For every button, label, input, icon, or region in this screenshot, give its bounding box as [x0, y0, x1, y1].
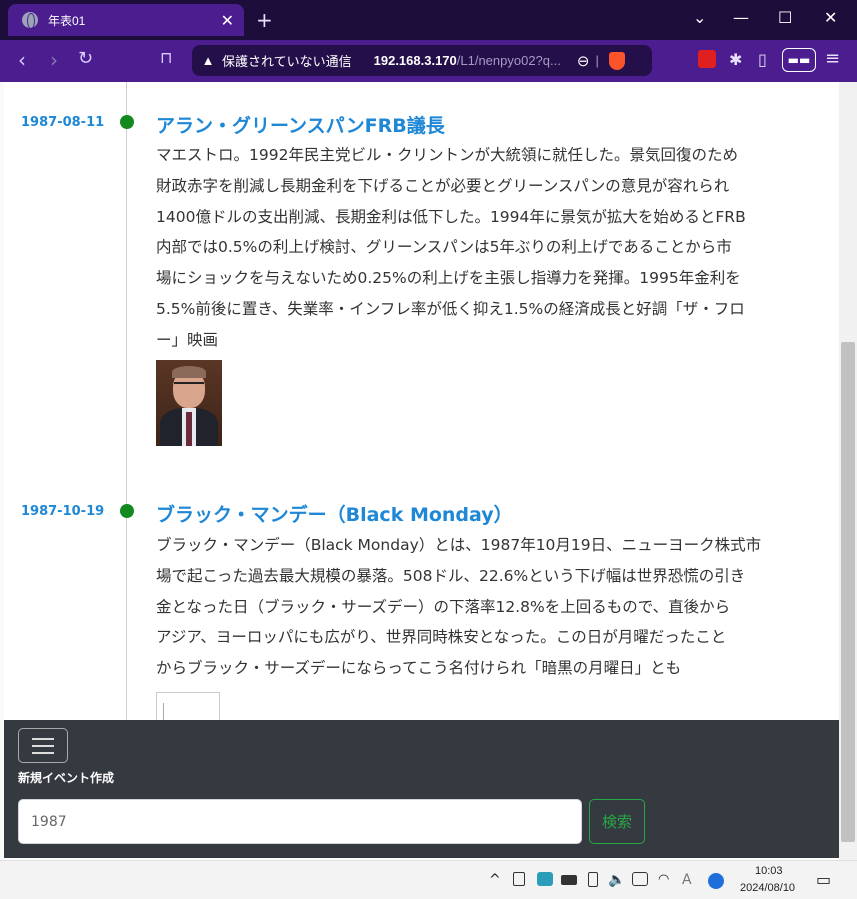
tray-usb-icon[interactable] — [561, 875, 577, 885]
tab-close-icon[interactable]: ✕ — [221, 11, 234, 30]
clock-date[interactable]: 2024/08/10 — [740, 882, 795, 894]
warning-icon: ▲ — [201, 53, 215, 68]
event-text-line: アジア、ヨーロッパにも広がり、世界同時株安となった。この日が月曜だったこと — [156, 628, 727, 647]
search-button[interactable]: 検索 — [589, 799, 645, 844]
event-title[interactable]: ブラック・マンデー（Black Monday） — [156, 500, 513, 527]
clock-time[interactable]: 10:03 — [755, 865, 783, 877]
tab-nenpyo01[interactable]: 年表01 ✕ — [8, 4, 244, 36]
event-text-line: マエストロ。1992年民主党ビル・クリントンが大統領に就任した。景気回復のため — [156, 146, 738, 164]
event-date: 1987-08-11 — [21, 115, 105, 130]
timeline-dot-icon — [120, 115, 134, 129]
event-text-line: 5.5%前後に置き、失業率・インフレ率が低く抑え1.5%の経済成長と好調「ザ・フ… — [156, 299, 745, 318]
event-text-line: 場にショックを与えないため0.25%の利上げを主張し指導力を発揮。1995年金利… — [156, 269, 741, 288]
chart-thumbnail-image[interactable] — [156, 692, 220, 720]
tray-chevron-icon[interactable]: ^ — [489, 872, 501, 888]
ime-indicator[interactable]: A — [682, 872, 692, 888]
event-date: 1987-10-19 — [21, 504, 105, 519]
menu-icon[interactable]: ≡ — [825, 48, 840, 69]
tray-color-icon[interactable] — [708, 873, 724, 889]
reload-icon[interactable]: ↻ — [78, 48, 93, 69]
glasses-icon[interactable]: ▬▬ — [782, 48, 816, 72]
event-text-line: 財政赤字を削減し長期金利を下げることが必要とグリーンスパンの意見が容れられ — [156, 176, 730, 195]
back-icon[interactable]: ‹ — [18, 48, 26, 72]
maximize-icon[interactable]: ☐ — [778, 8, 792, 27]
event-text-line: ー」映画 — [156, 330, 219, 349]
timeline-content: 1987-08-11 アラン・グリーンスパンFRB議長 マエストロ。1992年民… — [4, 82, 839, 720]
insecure-label: 保護されていない通信 — [222, 54, 352, 69]
search-input[interactable] — [18, 799, 582, 844]
event-text-line: からブラック・サーズデーにならってこう名付けられ「暗黒の月曜日」とも — [156, 659, 682, 678]
sidebar-icon[interactable]: ▯ — [758, 50, 767, 69]
event-text-line: 内部では0.5%の利上げ検討、グリーンスパンは5年ぶりの利上げであることから市 — [156, 238, 732, 257]
extensions-icon[interactable]: ✱ — [729, 50, 742, 69]
new-event-link[interactable]: 新規イベント作成 — [18, 769, 114, 786]
pen-extension-icon[interactable] — [698, 50, 716, 68]
timeline-line — [126, 82, 127, 720]
url-host: 192.168.3.170 — [373, 53, 457, 68]
bookmark-icon[interactable]: ⊓ — [160, 48, 172, 67]
event-text-line: 1400億ドルの支出削減、長期金利は低下した。1994年に景気が拡大を始めるとF… — [156, 207, 746, 226]
address-bar[interactable]: ▲ 保護されていない通信 192.168.3.170 /L1/nenpyo02?… — [192, 45, 652, 76]
page-scrollbar[interactable] — [839, 82, 857, 860]
tab-strip: 年表01 ✕ + ⌄ — ☐ ✕ — [0, 0, 857, 40]
battery-icon[interactable] — [588, 872, 598, 887]
tab-title: 年表01 — [48, 13, 86, 28]
minimize-icon[interactable]: — — [733, 8, 749, 27]
bottom-control-panel: 新規イベント作成 検索 — [4, 720, 839, 858]
event-text-line: 場で起こった過去最大規模の暴落。508ドル、22.6%という下げ幅は世界恐慌の引… — [156, 566, 746, 585]
scroll-thumb[interactable] — [841, 342, 855, 842]
tray-chat-icon[interactable] — [632, 872, 648, 886]
event-description: ブラック・マンデー（Black Monday）とは、1987年10月19日、ニュ… — [156, 530, 816, 684]
volume-icon[interactable]: 🔈 — [608, 872, 625, 888]
event-description: マエストロ。1992年民主党ビル・クリントンが大統領に就任した。景気回復のため … — [156, 140, 816, 356]
portrait-image[interactable] — [156, 360, 222, 446]
windows-taskbar: ^ 🔈 ◠ A 10:03 2024/08/10 ▭ — [0, 860, 857, 899]
browser-window: 年表01 ✕ + ⌄ — ☐ ✕ ‹ › ↻ ⊓ ▲ 保護されていない通信 19… — [0, 0, 857, 860]
browser-toolbar: ‹ › ↻ ⊓ ▲ 保護されていない通信 192.168.3.170 /L1/n… — [0, 40, 857, 82]
timeline-dot-icon — [120, 504, 134, 518]
new-tab-icon[interactable]: + — [256, 8, 273, 32]
tray-monitor-icon[interactable] — [537, 872, 553, 886]
wifi-icon[interactable]: ◠ — [658, 872, 669, 887]
brave-shields-icon[interactable] — [608, 51, 625, 70]
url-path: /L1/nenpyo02?q... — [456, 53, 561, 68]
notification-icon[interactable]: ▭ — [816, 870, 831, 889]
globe-icon — [22, 12, 38, 29]
omnibox-divider: | — [595, 53, 599, 68]
forward-icon[interactable]: › — [50, 48, 58, 72]
event-text-line: 金となった日（ブラック・サーズデー）の下落率12.8%を上回るもので、直後から — [156, 597, 731, 616]
close-window-icon[interactable]: ✕ — [824, 8, 837, 27]
hamburger-menu-button[interactable] — [18, 728, 68, 763]
tray-app-icon[interactable] — [513, 872, 525, 886]
event-text-line: ブラック・マンデー（Black Monday）とは、1987年10月19日、ニュ… — [156, 536, 762, 554]
zoom-out-icon[interactable]: ⊖ — [577, 52, 590, 70]
event-title[interactable]: アラン・グリーンスパンFRB議長 — [156, 111, 445, 138]
tab-search-chevron-icon[interactable]: ⌄ — [693, 8, 706, 27]
